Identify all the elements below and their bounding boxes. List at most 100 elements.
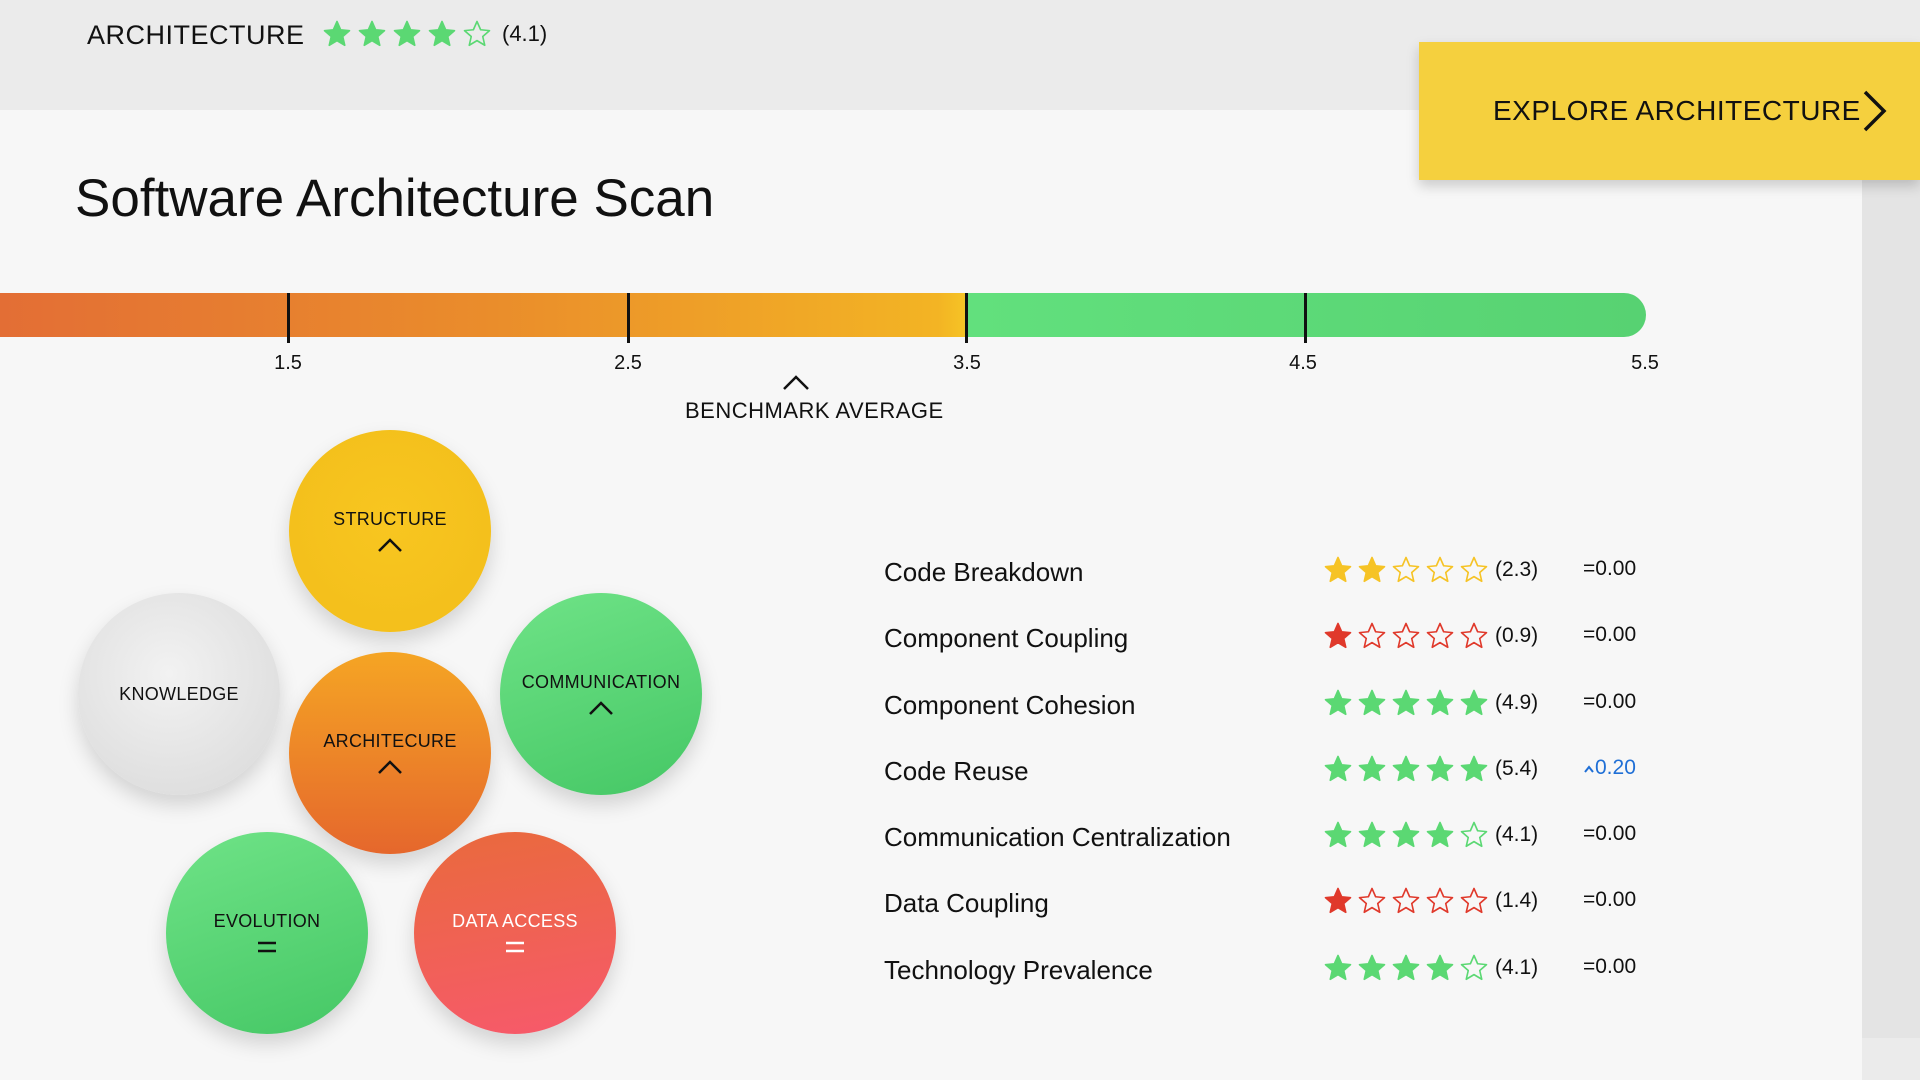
metric-score: (4.1) xyxy=(1495,823,1539,846)
chevron-right-icon xyxy=(1863,90,1887,132)
star-icon xyxy=(393,20,421,47)
metric-delta: =0.00 xyxy=(1583,822,1637,845)
metric-score: (0.9) xyxy=(1495,624,1539,647)
scale-tick-label: 1.5 xyxy=(274,352,302,374)
scale-tick xyxy=(965,293,968,343)
metric-rating: (4.9) xyxy=(1323,688,1538,718)
star-outline-icon xyxy=(1426,622,1454,649)
category-bubble-evolution[interactable]: EVOLUTION xyxy=(166,832,368,1034)
chevron-up-icon xyxy=(378,537,402,552)
scale-tick-label: 4.5 xyxy=(1289,352,1317,374)
star-icon xyxy=(1426,821,1454,848)
benchmark-average-label: BENCHMARK AVERAGE xyxy=(685,398,944,423)
star-icon xyxy=(1426,689,1454,716)
star-outline-icon xyxy=(1460,622,1488,649)
metric-rating: (1.4) xyxy=(1323,886,1538,916)
scale-tick xyxy=(1304,293,1307,343)
star-icon xyxy=(1358,755,1386,782)
metric-score: (5.4) xyxy=(1495,757,1539,780)
star-icon xyxy=(1426,954,1454,981)
metric-score: (4.9) xyxy=(1495,691,1539,714)
star-outline-icon xyxy=(1358,622,1386,649)
category-title: ARCHITECTURE xyxy=(87,20,305,50)
bubble-label: KNOWLEDGE xyxy=(119,683,239,704)
metric-score: (2.3) xyxy=(1495,558,1539,581)
metric-delta-up: 0.20 xyxy=(1583,756,1636,780)
metric-delta: =0.00 xyxy=(1583,955,1637,978)
star-icon xyxy=(1392,954,1420,981)
metric-name: Component Cohesion xyxy=(884,690,1136,720)
explore-button-label: EXPLORE ARCHITECTURE xyxy=(1493,95,1861,126)
scale-tick-label: 5.5 xyxy=(1631,352,1659,374)
bubble-label: STRUCTURE xyxy=(333,508,447,529)
metric-score: (4.1) xyxy=(1495,956,1539,979)
metric-score: (1.4) xyxy=(1495,889,1539,912)
star-icon xyxy=(358,20,386,47)
star-icon xyxy=(1324,755,1352,782)
equal-icon xyxy=(506,941,524,952)
star-icon xyxy=(1392,689,1420,716)
bubble-label: DATA ACCESS xyxy=(452,910,578,931)
metric-delta: =0.00 xyxy=(1583,888,1637,911)
star-icon xyxy=(1426,755,1454,782)
metric-delta: =0.00 xyxy=(1583,623,1637,646)
metric-rating: (0.9) xyxy=(1323,621,1538,651)
metric-rating: (5.4) xyxy=(1323,754,1538,784)
star-icon xyxy=(1324,689,1352,716)
star-icon xyxy=(1324,821,1352,848)
metric-name: Communication Centralization xyxy=(884,822,1231,852)
star-outline-icon xyxy=(1460,887,1488,914)
metric-name: Data Coupling xyxy=(884,888,1049,918)
metric-delta: =0.00 xyxy=(1583,690,1637,713)
category-bubble-data-access[interactable]: DATA ACCESS xyxy=(414,832,616,1034)
page-title: Software Architecture Scan xyxy=(75,169,715,228)
star-icon xyxy=(323,20,351,47)
star-outline-icon xyxy=(1392,622,1420,649)
chevron-up-icon xyxy=(378,759,402,774)
star-icon xyxy=(1324,887,1352,914)
category-bubble-knowledge[interactable]: KNOWLEDGE xyxy=(78,593,280,795)
star-icon xyxy=(1358,821,1386,848)
star-icon xyxy=(1460,755,1488,782)
star-icon xyxy=(1392,755,1420,782)
metric-rating: (4.1) xyxy=(1323,953,1538,983)
bubble-label: ARCHITECURE xyxy=(323,730,457,751)
caret-up-icon xyxy=(1584,765,1594,773)
metric-delta-value: 0.20 xyxy=(1595,756,1636,779)
category-bubble-communication[interactable]: COMMUNICATION xyxy=(500,593,702,795)
star-icon xyxy=(1460,689,1488,716)
star-icon xyxy=(1358,689,1386,716)
metric-rating: (4.1) xyxy=(1323,820,1538,850)
star-outline-icon xyxy=(1392,556,1420,583)
scale-tick-label: 2.5 xyxy=(614,352,642,374)
metric-rating: (2.3) xyxy=(1323,555,1538,585)
star-outline-icon xyxy=(1426,556,1454,583)
star-outline-icon xyxy=(1426,887,1454,914)
star-outline-icon xyxy=(1460,556,1488,583)
star-icon xyxy=(1358,954,1386,981)
explore-architecture-button[interactable]: EXPLORE ARCHITECTURE xyxy=(1419,42,1920,180)
equal-icon xyxy=(258,941,276,952)
star-icon xyxy=(1324,622,1352,649)
right-edge-strip xyxy=(1862,110,1920,1038)
benchmark-scale-bar xyxy=(0,293,1646,337)
star-outline-icon xyxy=(463,20,491,47)
scale-tick xyxy=(627,293,630,343)
star-outline-icon xyxy=(1460,954,1488,981)
star-icon xyxy=(1392,821,1420,848)
metric-name: Technology Prevalence xyxy=(884,955,1153,985)
metric-name: Code Reuse xyxy=(884,756,1029,786)
metric-delta: =0.00 xyxy=(1583,557,1637,580)
star-outline-icon xyxy=(1392,887,1420,914)
benchmark-marker-icon xyxy=(783,375,809,390)
star-outline-icon xyxy=(1460,821,1488,848)
category-bubble-structure[interactable]: STRUCTURE xyxy=(289,430,491,632)
category-rating: (4.1) xyxy=(322,19,547,49)
metric-name: Code Breakdown xyxy=(884,557,1084,587)
scale-tick xyxy=(287,293,290,343)
category-bubble-architecture[interactable]: ARCHITECURE xyxy=(289,652,491,854)
metric-name: Component Coupling xyxy=(884,623,1129,653)
star-icon xyxy=(1324,954,1352,981)
scale-tick-label: 3.5 xyxy=(953,352,981,374)
star-icon xyxy=(1358,556,1386,583)
